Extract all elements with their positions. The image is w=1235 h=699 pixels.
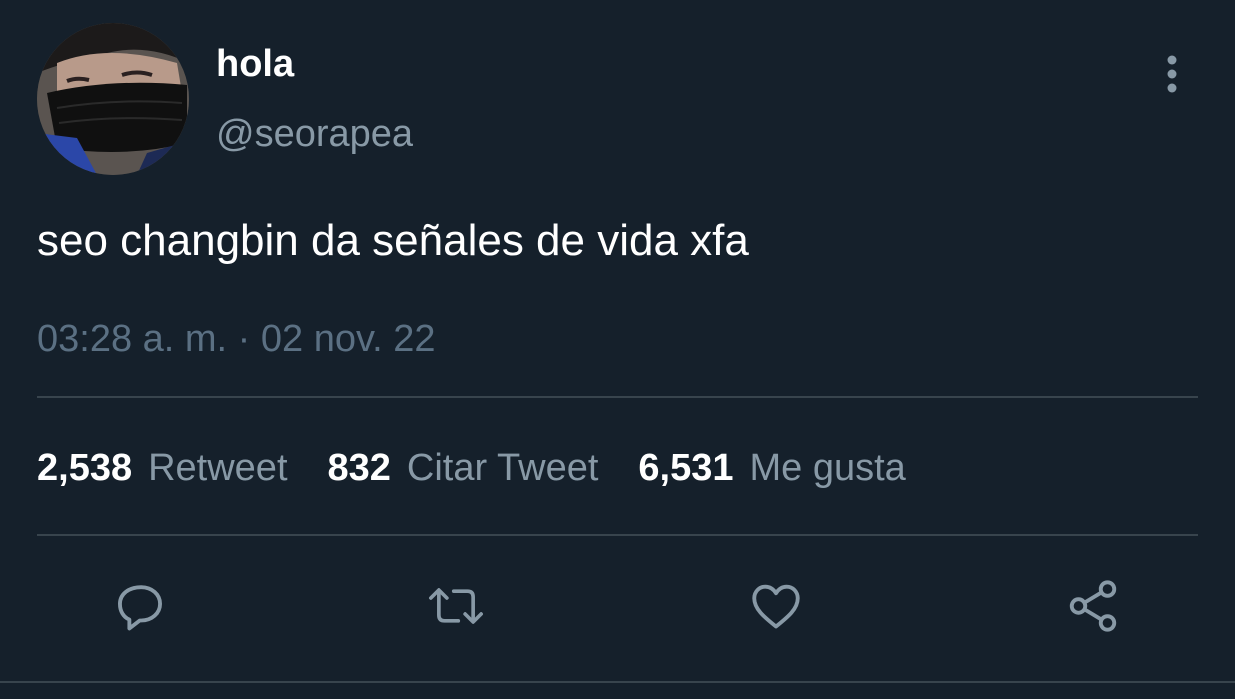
- share-icon: [1069, 580, 1117, 632]
- like-button[interactable]: [744, 574, 808, 638]
- likes-label: Me gusta: [749, 446, 906, 489]
- retweet-button[interactable]: [424, 574, 488, 638]
- display-name[interactable]: hola: [216, 41, 294, 87]
- divider: [37, 534, 1198, 536]
- retweet-arrows-icon: [429, 588, 483, 624]
- retweet-count: 2,538: [37, 446, 133, 489]
- tweet-timestamp[interactable]: 03:28 a. m. · 02 nov. 22: [37, 316, 436, 362]
- share-button[interactable]: [1061, 574, 1125, 638]
- user-handle[interactable]: @seorapea: [216, 111, 413, 157]
- avatar[interactable]: [37, 23, 189, 175]
- divider: [0, 681, 1235, 683]
- likes-count-stat[interactable]: 6,531 Me gusta: [638, 447, 905, 490]
- engagement-stats: 2,538 Retweet 832 Citar Tweet 6,531 Me g…: [37, 443, 946, 493]
- quote-tweet-count-stat[interactable]: 832 Citar Tweet: [328, 447, 599, 490]
- retweet-count-stat[interactable]: 2,538 Retweet: [37, 447, 288, 490]
- likes-count: 6,531: [638, 446, 734, 489]
- profile-photo-icon: [37, 23, 189, 175]
- quote-tweet-count: 832: [327, 446, 391, 489]
- tweet-text: seo changbin da señales de vida xfa: [37, 216, 749, 265]
- vertical-dots-icon: [1167, 55, 1177, 93]
- more-options-button[interactable]: [1150, 52, 1194, 96]
- retweet-label: Retweet: [148, 446, 288, 489]
- speech-bubble-icon: [118, 585, 162, 631]
- quote-tweet-label: Citar Tweet: [406, 446, 599, 489]
- reply-button[interactable]: [108, 574, 172, 638]
- heart-icon: [752, 584, 800, 629]
- divider: [37, 396, 1198, 398]
- tweet-detail: hola @seorapea seo changbin da señales d…: [0, 0, 1235, 699]
